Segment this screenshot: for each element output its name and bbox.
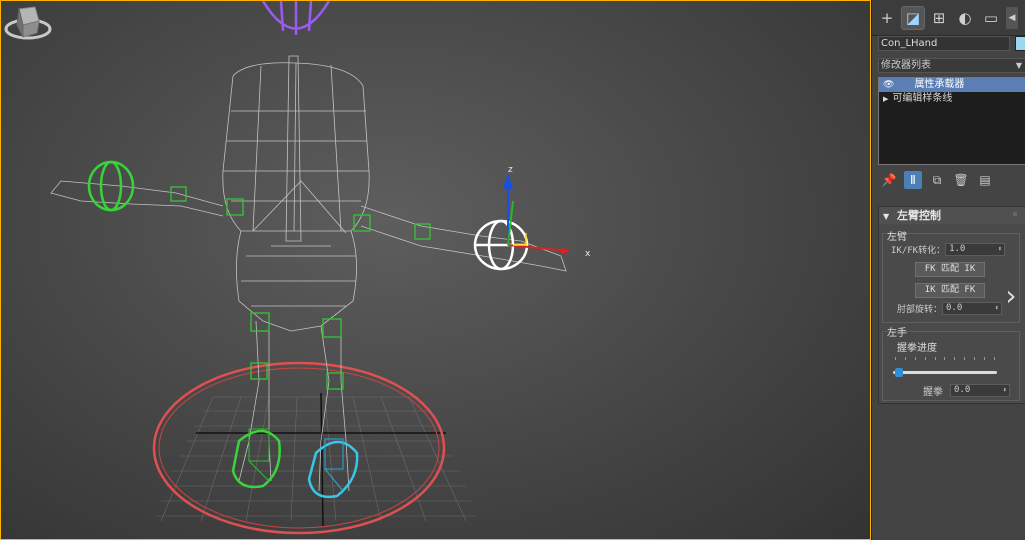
right-foot-joints	[248, 428, 270, 482]
modify-icon[interactable]: ◪	[901, 5, 925, 30]
modifier-list-label: 修改器列表	[881, 60, 931, 71]
object-name-field[interactable]: Con_LHand	[878, 36, 1010, 51]
stack-toolbar: 📌 Ⅱ ⧉ 🗑 ▤	[878, 170, 1025, 190]
pin-stack-icon[interactable]: 📌	[880, 171, 898, 189]
expand-arrow-icon[interactable]: ▶	[883, 92, 888, 106]
ikfk-row: IK/FK转化： 1.0 ⬍	[891, 243, 1006, 256]
rollout-title: 左臂控制	[897, 209, 941, 222]
arm-group-label: 左臂	[887, 232, 907, 243]
elbow-value: 0.0	[946, 303, 963, 313]
ikfk-spinner[interactable]: 1.0 ⬍	[945, 243, 1006, 256]
make-unique-icon[interactable]: ⧉	[928, 171, 946, 189]
root-control-circle[interactable]	[152, 361, 446, 535]
stack-item-label: 可编辑样条线	[892, 93, 953, 104]
spinner-arrows-icon[interactable]: ⬍	[998, 244, 1002, 255]
hand-group-label: 左手	[887, 328, 907, 339]
motion-icon[interactable]: ◐	[954, 7, 976, 29]
spinner-arrows-icon[interactable]: ⬍	[1003, 385, 1007, 396]
scene-canvas[interactable]: x z	[1, 1, 871, 540]
root-control-inner	[158, 367, 440, 529]
ikfk-value: 1.0	[949, 244, 966, 254]
elbow-label: 肘部旋转：	[897, 305, 943, 315]
command-panel-tabs: + ◪ ⊞ ◐ ▭ ◀	[872, 0, 1025, 36]
view-cube-icon[interactable]	[1, 1, 55, 45]
fist-progress-slider[interactable]	[893, 368, 997, 377]
fist-label: 握拳	[923, 387, 943, 398]
command-panel: + ◪ ⊞ ◐ ▭ ◀ Con_LHand 修改器列表 ▼ 👁 属性承载器 ▶ …	[871, 0, 1025, 540]
create-icon[interactable]: +	[876, 7, 898, 29]
chevron-right-icon[interactable]: ›	[999, 276, 1023, 314]
head-top-control[interactable]	[261, 1, 331, 35]
modifier-stack[interactable]: 👁 属性承载器 ▶ 可编辑样条线	[878, 77, 1025, 165]
slider-handle[interactable]	[894, 368, 903, 377]
elbow-spinner[interactable]: 0.0 ⬍	[942, 302, 1003, 315]
object-color-swatch[interactable]	[1015, 36, 1025, 51]
stack-item-label: 属性承载器	[914, 79, 965, 90]
modifier-list-dropdown[interactable]: 修改器列表 ▼	[878, 58, 1025, 73]
left-foot-joints	[324, 438, 344, 492]
fist-row: 握拳 0.0 ⬍	[923, 383, 1010, 398]
hierarchy-icon[interactable]: ⊞	[928, 7, 950, 29]
fk-match-ik-button[interactable]: FK 匹配 IK	[915, 262, 985, 277]
display-icon[interactable]: ▭	[980, 7, 1002, 29]
grid-axis-lines	[196, 392, 446, 527]
collapse-icon: ▼	[883, 212, 890, 221]
gizmo-z-label: z	[508, 165, 513, 175]
rollout-header[interactable]: ▼ 左臂控制	[879, 207, 1025, 224]
elbow-row: 肘部旋转： 0.0 ⬍	[897, 302, 1003, 315]
gizmo-x-label: x	[585, 249, 591, 259]
chevron-down-icon: ▼	[1015, 61, 1022, 70]
slider-ticks	[895, 357, 995, 361]
stack-item-attribute-holder[interactable]: 👁 属性承载器	[879, 78, 1025, 92]
panel-scroll-marker	[1013, 212, 1017, 216]
stack-item-editable-spline[interactable]: ▶ 可编辑样条线	[879, 92, 1025, 106]
remove-modifier-icon[interactable]: 🗑	[952, 171, 970, 189]
perspective-viewport[interactable]: x z	[0, 0, 871, 540]
ikfk-label: IK/FK转化：	[891, 246, 946, 256]
eye-icon[interactable]: 👁	[883, 78, 894, 92]
tab-scroll-left-icon[interactable]: ◀	[1006, 6, 1018, 29]
fist-progress-label: 握拳进度	[897, 343, 937, 354]
fist-spinner[interactable]: 0.0 ⬍	[950, 384, 1010, 397]
show-end-result-icon[interactable]: Ⅱ	[904, 171, 922, 189]
ground-grid	[156, 396, 476, 522]
fist-value: 0.0	[954, 385, 971, 395]
configure-sets-icon[interactable]: ▤	[976, 171, 994, 189]
ik-match-fk-button[interactable]: IK 匹配 FK	[915, 283, 985, 298]
